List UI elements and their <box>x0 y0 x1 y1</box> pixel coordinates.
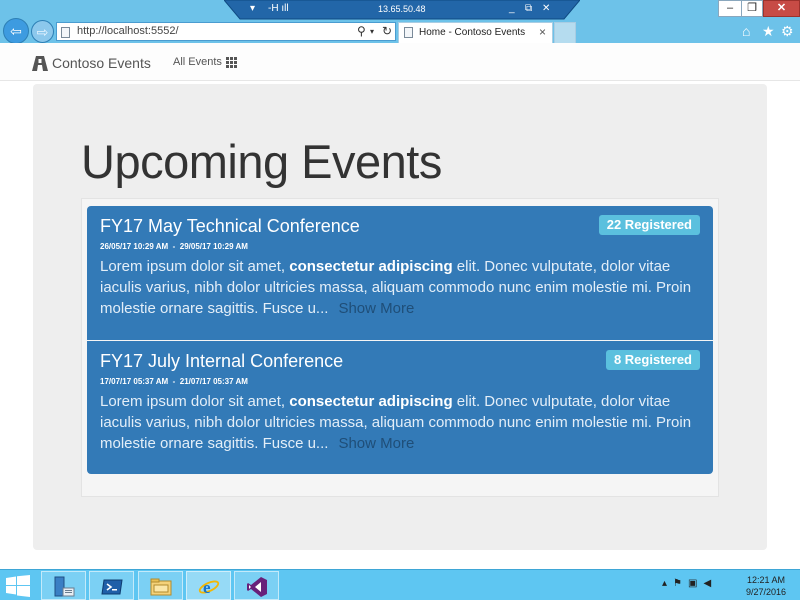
nav-all-events-link[interactable]: All Events <box>173 56 237 68</box>
clock-time: 12:21 AM <box>746 575 786 585</box>
registered-badge: 8 Registered <box>605 350 700 370</box>
system-tray: ▴ ⚑ ▣ ◀ <box>662 578 711 589</box>
pin-icon[interactable]: ▾ <box>250 3 255 14</box>
window-restore-button[interactable]: ❐ <box>741 0 763 17</box>
remote-desktop-bar: ▾ -H ıll 13.65.50.48 _ ⧉ ✕ <box>224 0 580 20</box>
tray-expand-icon[interactable]: ▴ <box>662 578 667 589</box>
show-more-link[interactable]: Show More <box>338 300 414 317</box>
rdp-close-button[interactable]: ✕ <box>542 3 550 14</box>
show-more-link[interactable]: Show More <box>338 435 414 452</box>
taskbar-clock[interactable]: 12:21 AM 9/27/2016 <box>738 574 794 598</box>
description-text: Lorem ipsum dolor sit amet, <box>100 393 286 410</box>
back-button[interactable]: ⇦ <box>3 18 29 44</box>
address-url[interactable]: http://localhost:5552/ <box>77 25 179 37</box>
event-title[interactable]: FY17 July Internal Conference <box>100 351 343 372</box>
home-icon[interactable]: ⌂ <box>742 23 750 39</box>
taskbar-server-manager[interactable] <box>41 571 86 600</box>
tab-title: Home - Contoso Events <box>419 27 526 38</box>
back-arrow-icon: ⇦ <box>10 23 22 39</box>
server-manager-icon <box>54 576 75 597</box>
volume-icon[interactable]: ◀ <box>703 578 711 589</box>
description-bold-text: consectetur adipiscing <box>289 258 453 275</box>
window-minimize-button[interactable]: – <box>718 0 742 17</box>
forward-arrow-icon: ⇨ <box>36 23 49 40</box>
refresh-icon[interactable]: ↻ <box>382 24 392 38</box>
rdp-minimize-button[interactable]: _ <box>509 3 515 14</box>
event-dates: 26/05/17 10:29 AM - 29/05/17 10:29 AM <box>100 242 248 251</box>
search-icon[interactable]: ⚲ <box>357 24 366 38</box>
new-tab-button[interactable] <box>554 22 576 43</box>
flag-icon[interactable]: ⚑ <box>673 578 682 589</box>
grid-icon <box>225 56 237 68</box>
brand-name: Contoso Events <box>52 55 151 71</box>
visual-studio-icon <box>247 577 267 597</box>
nav-all-events-label: All Events <box>173 56 222 68</box>
event-card[interactable]: FY17 July Internal Conference 8 Register… <box>87 341 713 474</box>
connection-bars-icon: -H ıll <box>268 3 289 14</box>
address-bar[interactable]: http://localhost:5552/ ⚲ ▾ ↻ <box>56 22 396 41</box>
registered-badge: 22 Registered <box>598 215 700 235</box>
event-card[interactable]: FY17 May Technical Conference 22 Registe… <box>87 206 713 340</box>
rdp-restore-button[interactable]: ⧉ <box>525 3 532 14</box>
description-bold-text: consectetur adipiscing <box>289 393 453 410</box>
taskbar-internet-explorer[interactable]: e <box>186 571 231 600</box>
browser-tab[interactable]: Home - Contoso Events × <box>398 22 553 43</box>
taskbar-powershell[interactable] <box>89 571 134 600</box>
dropdown-arrow-icon[interactable]: ▾ <box>370 27 374 36</box>
taskbar-file-explorer[interactable] <box>138 571 183 600</box>
tab-close-icon[interactable]: × <box>539 25 546 39</box>
browser-chrome: ▾ -H ıll 13.65.50.48 _ ⧉ ✕ – ❐ ✕ ⇦ ⇨ htt… <box>0 0 800 44</box>
event-description: Lorem ipsum dolor sit amet, consectetur … <box>100 256 700 319</box>
network-icon[interactable]: ▣ <box>688 578 697 589</box>
forward-button[interactable]: ⇨ <box>31 20 54 43</box>
description-text: Lorem ipsum dolor sit amet, <box>100 258 286 275</box>
site-navbar: Contoso Events All Events <box>0 43 800 81</box>
svg-text:e: e <box>203 578 211 597</box>
star-icon[interactable]: ★ <box>762 23 775 40</box>
file-explorer-icon <box>150 578 172 596</box>
window-close-button[interactable]: ✕ <box>763 0 800 17</box>
brand-logo-icon <box>32 55 48 71</box>
page-title: Upcoming Events <box>81 135 442 188</box>
remote-host-label: 13.65.50.48 <box>378 4 426 14</box>
brand-link[interactable]: Contoso Events <box>32 55 151 71</box>
powershell-icon <box>101 579 123 595</box>
page-icon <box>61 27 70 38</box>
internet-explorer-icon: e <box>198 578 220 597</box>
event-title[interactable]: FY17 May Technical Conference <box>100 216 360 237</box>
gear-icon[interactable]: ⚙ <box>781 23 794 40</box>
windows-logo-icon[interactable] <box>6 575 30 597</box>
tab-page-icon <box>404 27 413 38</box>
clock-date: 9/27/2016 <box>745 587 787 597</box>
event-description: Lorem ipsum dolor sit amet, consectetur … <box>100 391 700 454</box>
event-dates: 17/07/17 05:37 AM - 21/07/17 05:37 AM <box>100 377 248 386</box>
taskbar-visual-studio[interactable] <box>234 571 279 600</box>
windows-taskbar: e ▴ ⚑ ▣ ◀ 12:21 AM 9/27/2016 <box>0 569 800 600</box>
